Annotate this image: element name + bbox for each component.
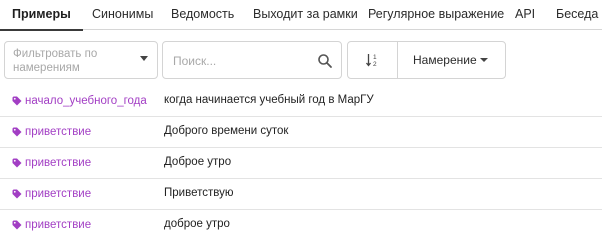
tab-examples[interactable]: Примеры [0,0,83,31]
chevron-down-icon [480,58,488,62]
examples-list: начало_учебного_года когда начинается уч… [0,86,602,241]
tab-conversation[interactable]: Беседа [556,0,598,30]
example-text: когда начинается учебный год в МарГУ [164,94,374,106]
intent-tag[interactable]: начало_учебного_года [12,94,147,108]
tab-bar: Примеры Синонимы Ведомость Выходит за ра… [0,0,602,31]
sort-ascending-icon: 1 2 [365,54,377,68]
intent-tag[interactable]: приветствие [12,187,91,201]
intent-label: приветствие [25,157,92,169]
intent-tag[interactable]: приветствие [12,218,91,232]
svg-text:2: 2 [373,61,377,68]
list-item[interactable]: приветствие Доброе утро [0,148,602,179]
list-item[interactable]: начало_учебного_года когда начинается уч… [0,86,602,117]
intent-label: приветствие [25,126,92,138]
tab-synonyms[interactable]: Синонимы [92,0,153,30]
sort-field-select[interactable]: Намерение [398,42,505,78]
intent-tag[interactable]: приветствие [12,125,91,139]
tab-regex[interactable]: Регулярное выражение [368,0,504,30]
list-item[interactable]: приветствие доброе утро [0,210,602,241]
tag-icon [12,96,22,106]
chevron-down-icon [140,56,148,61]
intent-label: приветствие [25,188,92,200]
sort-field-label: Намерение [413,53,477,67]
intent-filter-select[interactable]: Фильтровать по намерениям [4,41,158,79]
example-text: Приветствую [164,187,234,199]
example-text: Доброе утро [164,156,232,168]
intent-label: начало_учебного_года [25,95,147,107]
sort-controls: 1 2 Намерение [347,41,506,79]
intent-label: приветствие [25,219,92,231]
search-input[interactable] [173,51,313,71]
tab-statement[interactable]: Ведомость [171,0,234,30]
tag-icon [12,189,22,199]
list-item[interactable]: приветствие Приветствую [0,179,602,210]
example-text: доброе утро [164,218,230,230]
list-item[interactable]: приветствие Доброго времени суток [0,117,602,148]
tab-out-of-scope[interactable]: Выходит за рамки [253,0,358,30]
sort-direction-button[interactable]: 1 2 [348,42,398,78]
tab-api[interactable]: API [515,0,535,30]
tag-icon [12,220,22,230]
search-icon[interactable] [317,53,333,69]
intent-filter-placeholder: Фильтровать по намерениям [13,48,98,74]
tag-icon [12,127,22,137]
tag-icon [12,158,22,168]
example-text: Доброго времени суток [164,125,289,137]
svg-text:1: 1 [373,54,377,61]
search-box [162,41,342,79]
intent-tag[interactable]: приветствие [12,156,91,170]
